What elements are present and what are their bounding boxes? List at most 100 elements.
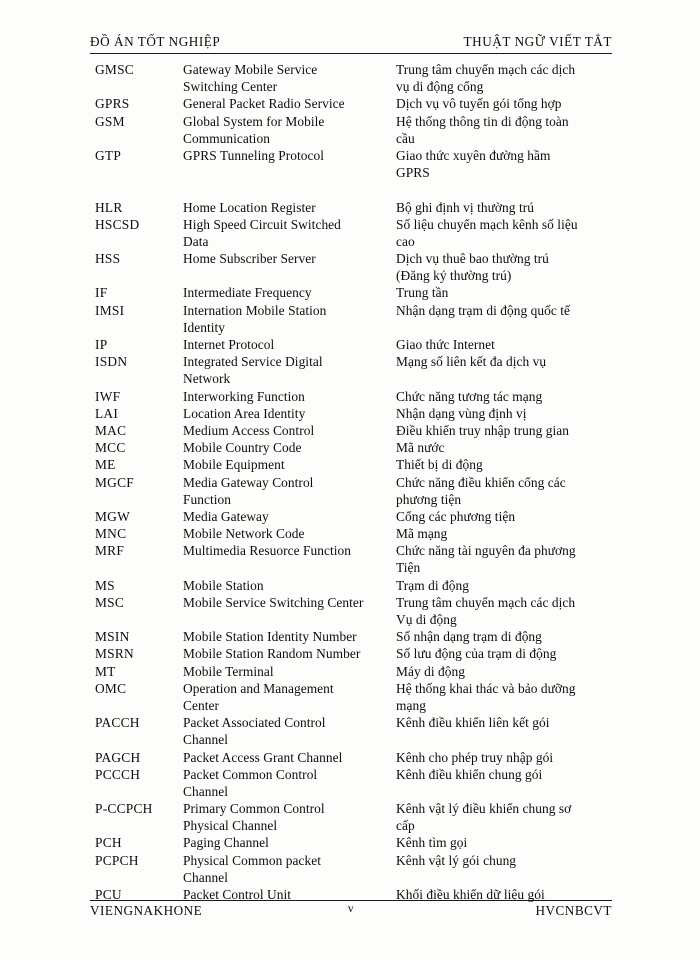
abbreviation-cell: PCH	[95, 835, 122, 851]
abbreviation-cell: MCC	[95, 440, 126, 456]
abbreviation-cell: MNC	[95, 526, 127, 542]
vietnamese-meaning-cell: Mạng số liên kết đa dịch vụ	[396, 354, 547, 370]
footer-page-number: v	[347, 903, 355, 915]
header-right-title: THUẬT NGỮ VIẾT TẮT	[463, 34, 612, 49]
glossary-row: IP Internet Protocol Giao thức Internet	[90, 337, 630, 354]
vietnamese-meaning-cell: Số nhận dạng trạm di động	[396, 629, 542, 645]
abbreviation-cell: MGCF	[95, 474, 134, 490]
glossary-row: Vụ di động	[90, 612, 630, 629]
english-expansion-cell: Function	[183, 491, 232, 507]
glossary-row: PCCCH Packet Common Control Kênh điều khiể…	[90, 767, 630, 784]
glossary-row: GPRS General Packet Radio Service Dịch vụ …	[90, 96, 630, 113]
english-expansion-cell: Center	[183, 697, 219, 713]
glossary-row: Tiện	[90, 560, 630, 577]
vietnamese-meaning-cell: Kênh vật lý gói chung	[396, 852, 517, 868]
abbreviation-cell: MT	[95, 663, 116, 679]
glossary-row: (Đăng ký thường trú)	[90, 268, 630, 285]
glossary-row: Communication cầu	[90, 131, 630, 148]
vietnamese-meaning-cell: Số lưu động của trạm di động	[396, 646, 557, 662]
english-expansion-cell: Mobile Station	[183, 577, 264, 593]
abbreviation-cell: PCCCH	[95, 766, 141, 782]
glossary-row: Channel	[90, 732, 630, 749]
glossary-row: Data cao	[90, 234, 630, 251]
abbreviation-cell: MS	[95, 577, 115, 593]
glossary-row: IWF Interworking Function Chức năng tương …	[90, 389, 630, 406]
english-expansion-cell: Interworking Function	[183, 388, 305, 404]
english-expansion-cell: Home Subscriber Server	[183, 251, 316, 267]
running-header: ĐỒ ÁN TỐT NGHIỆP THUẬT NGỮ VIẾT TẮT	[90, 34, 612, 50]
english-expansion-cell: Mobile Country Code	[183, 440, 302, 456]
english-expansion-cell: Data	[183, 233, 209, 249]
abbreviation-cell: PCPCH	[95, 852, 139, 868]
abbreviation-cell: HSS	[95, 251, 121, 267]
glossary-row: MAC Medium Access Control Điều khiển truy …	[90, 423, 630, 440]
footer-divider-rule	[90, 900, 612, 901]
english-expansion-cell: Identity	[183, 319, 226, 335]
vietnamese-meaning-cell: Mã mạng	[396, 526, 448, 542]
vietnamese-meaning-cell: cầu	[396, 130, 415, 146]
abbreviation-cell: GSM	[95, 113, 125, 129]
english-expansion-cell: Mobile Equipment	[183, 457, 285, 473]
vietnamese-meaning-cell: Kênh điều khiển liên kết gói	[396, 715, 550, 731]
glossary-row: Physical Channel cấp	[90, 818, 630, 835]
abbreviation-cell: PAGCH	[95, 749, 141, 765]
abbreviation-cell: ISDN	[95, 354, 128, 370]
english-expansion-cell: Mobile Service Switching Center	[183, 594, 364, 610]
english-expansion-cell: Packet Associated Control	[183, 715, 326, 731]
header-left-title: ĐỒ ÁN TỐT NGHIỆP	[90, 34, 221, 49]
english-expansion-cell: Internation Mobile Station	[183, 302, 327, 318]
english-expansion-cell: Primary Common Control	[183, 801, 325, 817]
abbreviation-cell: MSC	[95, 594, 125, 610]
abbreviation-glossary-table: GMSC Gateway Mobile Service Trung tâm chuy…	[90, 62, 630, 904]
vietnamese-meaning-cell: Điều khiển truy nhập trung gian	[396, 422, 569, 438]
glossary-row: MSRN Mobile Station Random Number Số lưu đ…	[90, 646, 630, 663]
glossary-row: Identity	[90, 320, 630, 337]
abbreviation-cell: MSIN	[95, 629, 130, 645]
vietnamese-meaning-cell: GPRS	[396, 165, 430, 181]
abbreviation-cell: IMSI	[95, 302, 125, 318]
glossary-row: PACCH Packet Associated Control Kênh điều …	[90, 715, 630, 732]
english-expansion-cell: Media Gateway	[183, 508, 269, 524]
english-expansion-cell: Internet Protocol	[183, 337, 275, 352]
glossary-row: MRF Multimedia Resuorce Function Chức năng…	[90, 543, 630, 560]
header-divider-rule	[90, 53, 612, 54]
vietnamese-meaning-cell: Bộ ghi định vị thường trú	[396, 199, 534, 215]
glossary-row: IF Intermediate Frequency Trung tần	[90, 285, 630, 302]
glossary-row: PCH Paging Channel Kênh tìm gọi	[90, 835, 630, 852]
abbreviation-cell: OMC	[95, 680, 127, 696]
vietnamese-meaning-cell: Kênh điều khiển chung gói	[396, 766, 543, 782]
glossary-row: Channel	[90, 784, 630, 801]
glossary-row: MNC Mobile Network Code Mã mạng	[90, 526, 630, 543]
vietnamese-meaning-cell: Cổng các phương tiện	[396, 508, 516, 524]
glossary-row: HSCSD High Speed Circuit Switched Số liệu …	[90, 217, 630, 234]
vietnamese-meaning-cell: cao	[396, 233, 415, 249]
vietnamese-meaning-cell: Trung tâm chuyển mạch các dịch	[396, 62, 576, 77]
english-expansion-cell: Communication	[183, 130, 270, 146]
glossary-row: GMSC Gateway Mobile Service Trung tâm chuy…	[90, 62, 630, 79]
abbreviation-cell: GTP	[95, 147, 122, 163]
abbreviation-cell: GPRS	[95, 96, 130, 112]
abbreviation-cell: PACCH	[95, 715, 140, 731]
vietnamese-meaning-cell: Nhận dạng trạm di động quốc tế	[396, 302, 571, 318]
english-expansion-cell: Mobile Terminal	[183, 663, 274, 679]
english-expansion-cell: Switching Center	[183, 79, 278, 95]
glossary-row: MGW Media Gateway Cổng các phương tiện	[90, 509, 630, 526]
glossary-row: HLR Home Location Register Bộ ghi định vị …	[90, 200, 630, 217]
english-expansion-cell: Mobile Network Code	[183, 526, 305, 542]
english-expansion-cell: GPRS Tunneling Protocol	[183, 147, 325, 163]
glossary-row: LAI Location Area Identity Nhận dạng vùng …	[90, 406, 630, 423]
abbreviation-cell: P-CCPCH	[95, 801, 153, 817]
vietnamese-meaning-cell: Trung tâm chuyển mạch các dịch	[396, 594, 576, 610]
english-expansion-cell: Media Gateway Control	[183, 474, 314, 490]
english-expansion-cell: Medium Access Control	[183, 422, 315, 438]
english-expansion-cell: Channel	[183, 732, 228, 748]
glossary-row: Channel	[90, 870, 630, 887]
english-expansion-cell: Location Area Identity	[183, 405, 306, 421]
vietnamese-meaning-cell: Máy di động	[396, 663, 465, 679]
vietnamese-meaning-cell: vụ di động cổng	[396, 79, 484, 95]
vietnamese-meaning-cell: (Đăng ký thường trú)	[396, 268, 512, 284]
glossary-row: MCC Mobile Country Code Mã nước	[90, 440, 630, 457]
glossary-row: MSC Mobile Service Switching Center Trung …	[90, 595, 630, 612]
english-expansion-cell: Physical Common packet	[183, 852, 321, 868]
vietnamese-meaning-cell: Hệ thống khai thác và bảo dưỡng	[396, 680, 576, 696]
